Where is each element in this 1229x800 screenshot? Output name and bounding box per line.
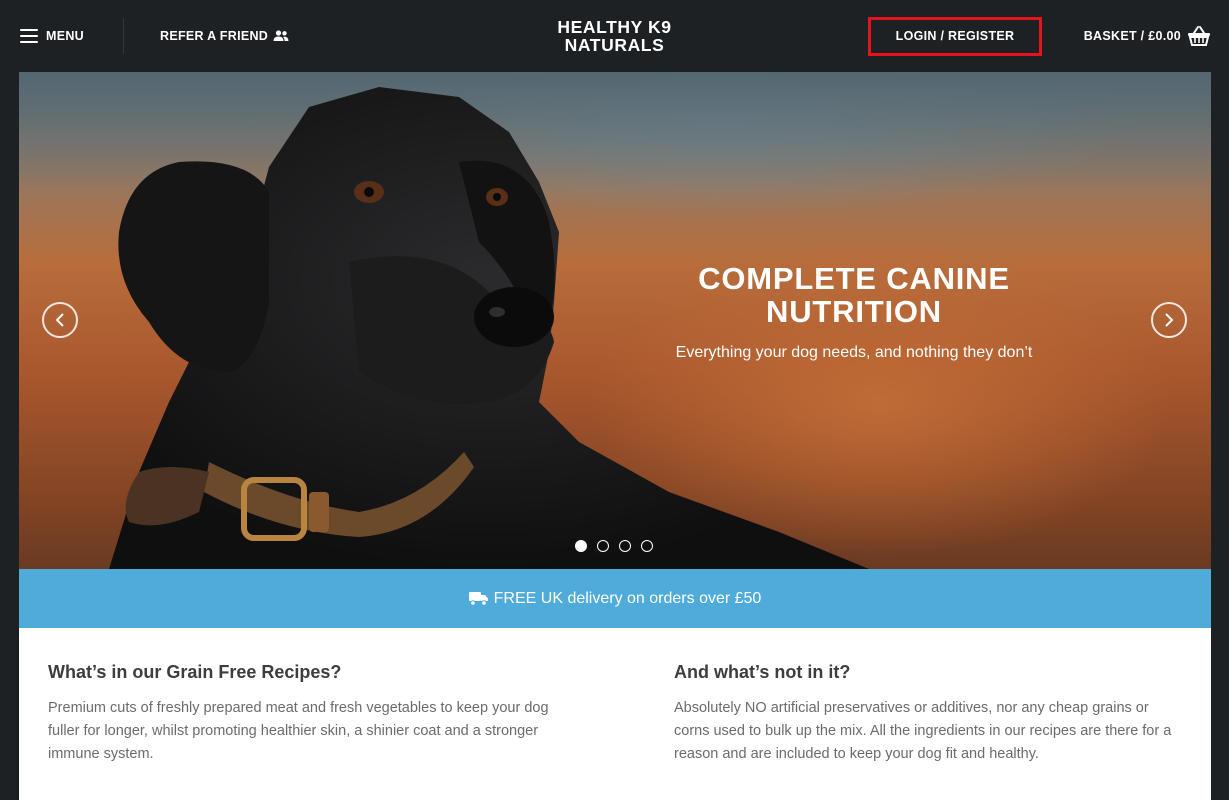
basket-icon	[1188, 26, 1210, 46]
chevron-left-icon	[55, 313, 64, 327]
not-in-it-heading: And what’s not in it?	[674, 662, 851, 682]
slider-next-button[interactable]	[1151, 302, 1187, 338]
slider-dot-3[interactable]	[619, 540, 631, 552]
site-logo[interactable]: HEALTHY K9 NATURALS	[0, 18, 1229, 54]
hero-title-line-1: COMPLETE CANINE	[698, 261, 1010, 296]
slider-dot-2[interactable]	[597, 540, 609, 552]
promo-banner: FREE UK delivery on orders over £50	[19, 569, 1211, 628]
hero-title-line-2: NUTRITION	[766, 294, 942, 329]
logo-line-2: NATURALS	[564, 35, 665, 55]
hero-subtitle: Everything your dog needs, and nothing t…	[675, 344, 1033, 361]
basket-link[interactable]: BASKET / £0.00	[1084, 0, 1211, 72]
content-section: What’s in our Grain Free Recipes? Premiu…	[19, 628, 1211, 800]
slider-prev-button[interactable]	[42, 302, 78, 338]
hero-slider: COMPLETE CANINE NUTRITION Everything you…	[19, 72, 1211, 569]
not-in-it-body: Absolutely NO artificial preservatives o…	[674, 700, 1172, 762]
logo-line-1: HEALTHY K9	[557, 17, 672, 37]
slider-dot-1[interactable]	[575, 540, 587, 552]
chevron-right-icon	[1165, 313, 1174, 327]
hero-title: COMPLETE CANINE NUTRITION	[609, 262, 1099, 328]
login-register-link[interactable]: LOGIN / REGISTER	[868, 0, 1042, 72]
login-highlight-box	[868, 17, 1042, 56]
grain-free-body: Premium cuts of freshly prepared meat an…	[48, 700, 549, 762]
slider-dots	[575, 540, 653, 552]
basket-label: BASKET / £0.00	[1083, 29, 1181, 43]
grain-free-column: What’s in our Grain Free Recipes? Premiu…	[48, 662, 558, 766]
not-in-it-column: And what’s not in it? Absolutely NO arti…	[674, 662, 1184, 766]
grain-free-heading: What’s in our Grain Free Recipes?	[48, 662, 342, 682]
slider-dot-4[interactable]	[641, 540, 653, 552]
truck-icon	[468, 592, 488, 606]
page: MENU REFER A FRIEND HEALTHY K9 NATURALS …	[0, 0, 1229, 800]
promo-text: FREE UK delivery on orders over £50	[493, 589, 762, 607]
site-header: MENU REFER A FRIEND HEALTHY K9 NATURALS …	[0, 0, 1229, 72]
